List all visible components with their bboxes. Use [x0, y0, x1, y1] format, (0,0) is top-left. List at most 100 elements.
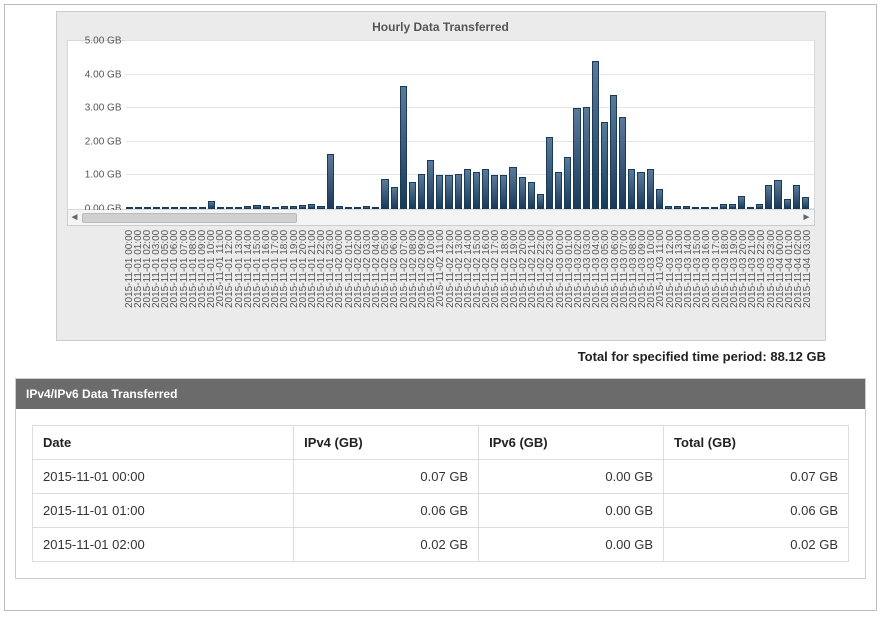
x-tick-label: 2015-11-01 13:00 [235, 230, 242, 330]
chart-bar[interactable] [418, 174, 425, 209]
chart-bar[interactable] [135, 207, 142, 209]
chart-bar[interactable] [738, 196, 745, 209]
x-tick-label: 2015-11-02 17:00 [491, 230, 498, 330]
table-header-row: Date IPv4 (GB) IPv6 (GB) Total (GB) [33, 426, 849, 460]
chart-bar[interactable] [162, 207, 169, 209]
chart-bar[interactable] [637, 172, 644, 209]
chart-bar[interactable] [171, 207, 178, 209]
chart-bar[interactable] [253, 205, 260, 209]
chart-bar[interactable] [272, 207, 279, 209]
chart-bar[interactable] [583, 107, 590, 209]
x-tick-label: 2015-11-01 10:00 [207, 230, 214, 330]
chart-bar[interactable] [153, 207, 160, 209]
chart-bar[interactable] [555, 172, 562, 209]
chart-bar[interactable] [747, 207, 754, 209]
total-line: Total for specified time period: 88.12 G… [11, 349, 826, 364]
chart-bar[interactable] [317, 206, 324, 209]
chart-bar[interactable] [546, 137, 553, 209]
chart-bar[interactable] [391, 187, 398, 209]
scroll-thumb[interactable] [82, 213, 297, 223]
chart-bar[interactable] [244, 206, 251, 209]
data-table: Date IPv4 (GB) IPv6 (GB) Total (GB) 2015… [32, 425, 849, 562]
chart-bar[interactable] [793, 185, 800, 209]
chart-bar[interactable] [491, 175, 498, 209]
chart-bar[interactable] [482, 169, 489, 209]
chart-bar[interactable] [674, 206, 681, 209]
chart-bar[interactable] [455, 174, 462, 209]
x-tick-label: 2015-11-02 09:00 [418, 230, 425, 330]
chart-bar[interactable] [711, 207, 718, 209]
chart-bar[interactable] [345, 207, 352, 209]
chart-bar[interactable] [445, 175, 452, 209]
chart-bar[interactable] [327, 154, 334, 209]
chart-bar[interactable] [537, 194, 544, 209]
chart-bar[interactable] [409, 182, 416, 209]
chart-bar[interactable] [573, 108, 580, 209]
chart-bar[interactable] [436, 175, 443, 209]
chart-bar[interactable] [464, 169, 471, 209]
x-tick-label: 2015-11-03 21:00 [748, 230, 755, 330]
chart-bar[interactable] [656, 189, 663, 209]
x-tick-label: 2015-11-03 16:00 [702, 230, 709, 330]
chart-bar[interactable] [610, 95, 617, 209]
chart-bar[interactable] [217, 207, 224, 209]
chart-bar[interactable] [199, 207, 206, 209]
scroll-track[interactable] [82, 213, 800, 223]
chart-bar[interactable] [784, 199, 791, 209]
chart-bar[interactable] [692, 207, 699, 209]
chart-bar[interactable] [473, 172, 480, 209]
chart-bar[interactable] [720, 204, 727, 209]
chart-bar[interactable] [601, 122, 608, 209]
chart-bar[interactable] [729, 204, 736, 209]
chart-bar[interactable] [756, 204, 763, 209]
cell-total: 0.06 GB [664, 494, 849, 528]
chart-bar[interactable] [592, 61, 599, 209]
chart-bar[interactable] [336, 206, 343, 209]
chart-bar[interactable] [564, 157, 571, 209]
chart-bar[interactable] [208, 201, 215, 209]
chart-bar[interactable] [400, 86, 407, 209]
chart-bar[interactable] [774, 180, 781, 209]
cell-date: 2015-11-01 02:00 [33, 528, 294, 562]
chart-bar[interactable] [308, 204, 315, 209]
chart-bar[interactable] [427, 160, 434, 209]
chart-bar[interactable] [180, 207, 187, 209]
total-label: Total for specified time period: [578, 349, 767, 364]
chart-bar[interactable] [528, 182, 535, 209]
x-tick-label: 2015-11-01 15:00 [253, 230, 260, 330]
table-row: 2015-11-01 01:000.06 GB0.00 GB0.06 GB [33, 494, 849, 528]
chart-bar[interactable] [765, 185, 772, 209]
chart-bar[interactable] [628, 169, 635, 209]
x-tick-label: 2015-11-02 00:00 [335, 230, 342, 330]
x-tick-label: 2015-11-03 17:00 [712, 230, 719, 330]
chart-bar[interactable] [354, 207, 361, 209]
chart-bar[interactable] [647, 169, 654, 209]
chart-bar[interactable] [263, 206, 270, 209]
chart-bar[interactable] [500, 175, 507, 209]
cell-ipv6: 0.00 GB [479, 494, 664, 528]
chart-bar[interactable] [665, 206, 672, 209]
table-row: 2015-11-01 02:000.02 GB0.00 GB0.02 GB [33, 528, 849, 562]
scroll-right-arrow-icon[interactable]: ► [800, 212, 814, 223]
chart-bar[interactable] [126, 207, 133, 209]
chart-bar[interactable] [509, 167, 516, 209]
chart-bar[interactable] [226, 207, 233, 209]
chart-bars [126, 41, 810, 209]
chart-bar[interactable] [381, 179, 388, 209]
chart-bar[interactable] [235, 207, 242, 209]
chart-bar[interactable] [144, 207, 151, 209]
cell-ipv6: 0.00 GB [479, 528, 664, 562]
chart-bar[interactable] [701, 207, 708, 209]
chart-bar[interactable] [802, 197, 809, 209]
chart-bar[interactable] [299, 205, 306, 209]
chart-bar[interactable] [290, 206, 297, 209]
x-tick-label: 2015-11-02 21:00 [528, 230, 535, 330]
chart-bar[interactable] [619, 117, 626, 209]
chart-bar[interactable] [281, 206, 288, 209]
scroll-left-arrow-icon[interactable]: ◄ [68, 212, 82, 223]
chart-bar[interactable] [519, 177, 526, 209]
chart-bar[interactable] [363, 206, 370, 209]
chart-bar[interactable] [189, 207, 196, 209]
chart-bar[interactable] [683, 206, 690, 209]
chart-bar[interactable] [372, 207, 379, 209]
